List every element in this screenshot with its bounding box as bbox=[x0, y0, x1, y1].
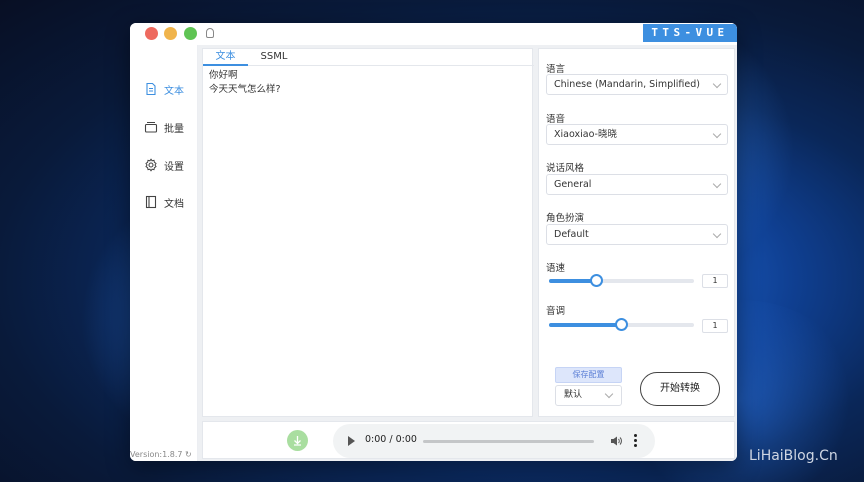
chevron-down-icon bbox=[712, 79, 722, 89]
sidebar-item-label: 设置 bbox=[164, 161, 184, 173]
watermark-text: LiHaiBlog.Cn bbox=[749, 448, 838, 464]
pitch-slider-handle[interactable] bbox=[614, 318, 628, 331]
app-window: TTS-VUE 文本 批量 设置 文档 Version:1.8.7 ↻ 文本 S… bbox=[130, 23, 737, 461]
play-icon[interactable] bbox=[348, 436, 355, 446]
role-label: 角色扮演 bbox=[546, 213, 585, 224]
style-select-value: General bbox=[554, 179, 592, 190]
seek-bar[interactable] bbox=[423, 440, 594, 443]
version-label: Version:1.8.7 ↻ bbox=[130, 450, 192, 459]
app-brand: TTS-VUE bbox=[643, 24, 737, 42]
rate-label: 语速 bbox=[546, 263, 566, 274]
chevron-down-icon bbox=[604, 389, 614, 399]
save-config-button[interactable]: 保存配置 bbox=[555, 367, 622, 383]
sidebar-item-label: 文本 bbox=[164, 85, 184, 97]
pitch-slider-fill bbox=[549, 323, 622, 327]
volume-icon[interactable] bbox=[609, 434, 623, 448]
player-bar: 0:00 / 0:00 bbox=[202, 421, 735, 459]
voice-select-value: Xiaoxiao-晓晓 bbox=[554, 129, 617, 140]
chevron-down-icon bbox=[712, 129, 722, 139]
text-input[interactable]: 你好啊 今天天气怎么样? bbox=[209, 69, 527, 409]
gear-icon bbox=[145, 158, 157, 172]
config-panel: 语言 Chinese (Mandarin, Simplified) 语音 Xia… bbox=[538, 48, 735, 417]
preset-select-value: 默认 bbox=[564, 390, 583, 400]
rate-slider-handle[interactable] bbox=[589, 274, 603, 287]
more-options-icon[interactable] bbox=[634, 434, 638, 448]
role-select-value: Default bbox=[554, 229, 589, 240]
tab-ssml[interactable]: SSML bbox=[253, 49, 295, 66]
language-select-value: Chinese (Mandarin, Simplified) bbox=[554, 79, 700, 90]
download-button[interactable] bbox=[287, 430, 308, 451]
language-select[interactable]: Chinese (Mandarin, Simplified) bbox=[546, 74, 728, 95]
rate-slider[interactable] bbox=[549, 274, 694, 287]
voice-select[interactable]: Xiaoxiao-晓晓 bbox=[546, 124, 728, 145]
title-bar: TTS-VUE bbox=[130, 23, 737, 45]
style-select[interactable]: General bbox=[546, 174, 728, 195]
main-area: 文本 SSML 你好啊 今天天气怎么样? 语言 Chinese (Mandari… bbox=[198, 45, 737, 461]
sidebar-item-batch[interactable]: 批量 bbox=[144, 117, 184, 137]
sidebar-item-docs[interactable]: 文档 bbox=[144, 192, 184, 212]
sidebar-item-label: 文档 bbox=[164, 198, 184, 210]
pin-icon[interactable] bbox=[206, 28, 214, 38]
chevron-down-icon bbox=[712, 229, 722, 239]
sidebar-item-label: 批量 bbox=[164, 123, 184, 135]
text-editor-panel: 文本 SSML 你好啊 今天天气怎么样? bbox=[202, 48, 534, 417]
book-icon bbox=[145, 195, 157, 209]
document-icon bbox=[146, 82, 156, 96]
batch-icon bbox=[144, 121, 158, 133]
pitch-slider[interactable] bbox=[549, 318, 694, 331]
style-label: 说话风格 bbox=[546, 163, 585, 174]
editor-tabs: 文本 SSML bbox=[203, 49, 534, 66]
audio-player: 0:00 / 0:00 bbox=[333, 424, 655, 458]
sidebar: 文本 批量 设置 文档 Version:1.8.7 ↻ bbox=[130, 45, 198, 461]
download-icon bbox=[294, 436, 301, 446]
sidebar-item-text[interactable]: 文本 bbox=[144, 79, 184, 99]
voice-label: 语音 bbox=[546, 114, 566, 125]
minimize-window-button[interactable] bbox=[164, 27, 177, 40]
start-convert-button[interactable]: 开始转换 bbox=[640, 372, 720, 406]
pitch-input[interactable]: 1 bbox=[702, 319, 728, 333]
maximize-window-button[interactable] bbox=[184, 27, 197, 40]
language-label: 语言 bbox=[546, 64, 566, 75]
pitch-label: 音调 bbox=[546, 306, 566, 317]
preset-select[interactable]: 默认 bbox=[555, 385, 622, 406]
playback-time: 0:00 / 0:00 bbox=[365, 434, 417, 445]
refresh-icon[interactable]: ↻ bbox=[185, 450, 192, 459]
sidebar-item-settings[interactable]: 设置 bbox=[144, 155, 184, 175]
role-select[interactable]: Default bbox=[546, 224, 728, 245]
chevron-down-icon bbox=[712, 179, 722, 189]
tab-text[interactable]: 文本 bbox=[203, 49, 248, 66]
close-window-button[interactable] bbox=[145, 27, 158, 40]
rate-input[interactable]: 1 bbox=[702, 274, 728, 288]
